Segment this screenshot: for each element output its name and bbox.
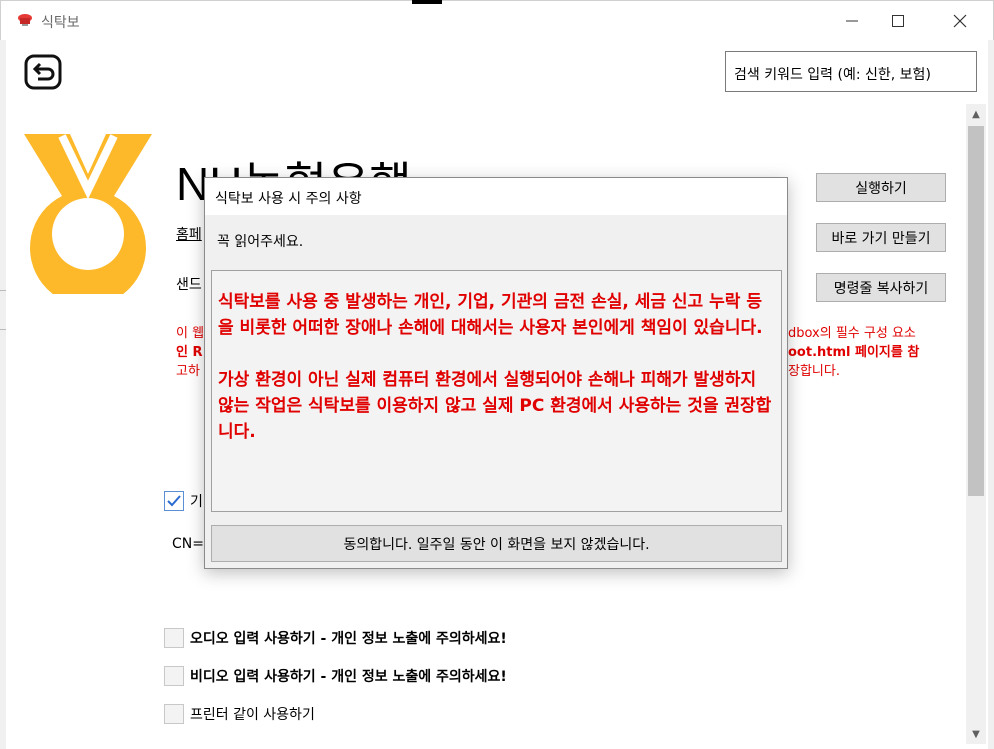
dialog-message-box: 식탁보를 사용 중 발생하는 개인, 기업, 기관의 금전 손실, 세금 신고 …	[211, 270, 782, 512]
maximize-button[interactable]	[875, 1, 921, 41]
dialog-title: 식탁보 사용 시 주의 사항	[205, 178, 787, 215]
scroll-up-arrow-icon[interactable]: ▲	[966, 104, 986, 124]
dialog-paragraph-2: 가상 환경이 아닌 실제 컴퓨터 환경에서 실행되어야 손해나 피해가 발생하지…	[218, 370, 772, 442]
close-button[interactable]	[937, 1, 983, 41]
agree-button[interactable]: 동의합니다. 일주일 동안 이 화면을 보지 않겠습니다.	[211, 525, 782, 562]
option-row-first[interactable]: 기	[164, 491, 203, 511]
audio-option-row[interactable]: 오디오 입력 사용하기 - 개인 정보 노출에 주의하세요!	[164, 628, 507, 648]
notice-line-2-left: 인 R	[176, 345, 203, 360]
vertical-scrollbar[interactable]: ▲ ▼	[966, 104, 986, 744]
run-button[interactable]: 실행하기	[816, 173, 946, 202]
printer-option-row[interactable]: 프린터 같이 사용하기	[164, 704, 315, 724]
video-option-checkbox[interactable]	[164, 666, 184, 686]
create-shortcut-button[interactable]: 바로 가기 만들기	[816, 223, 946, 252]
warning-dialog: 식탁보 사용 시 주의 사항 꼭 읽어주세요. 식탁보를 사용 중 발생하는 개…	[204, 177, 788, 569]
sandbox-label: 샌드	[176, 277, 202, 293]
minimize-button[interactable]	[829, 1, 875, 41]
checkmark-icon	[167, 495, 181, 507]
minimize-icon	[846, 20, 858, 22]
screen-notch	[412, 0, 442, 4]
audio-option-checkbox[interactable]	[164, 628, 184, 648]
scroll-thumb[interactable]	[968, 126, 984, 496]
video-option-row[interactable]: 비디오 입력 사용하기 - 개인 정보 노출에 주의하세요!	[164, 666, 507, 686]
notice-line-2-right: oot.html 페이지를 참	[788, 345, 920, 360]
copy-command-button[interactable]: 명령줄 복사하기	[816, 273, 946, 302]
first-option-label: 기	[190, 494, 203, 510]
dialog-body: 꼭 읽어주세요. 식탁보를 사용 중 발생하는 개인, 기업, 기관의 금전 손…	[205, 215, 787, 568]
notice-line-1-left: 이 웹	[176, 326, 205, 341]
cn-label: CN=	[172, 536, 204, 552]
video-option-label: 비디오 입력 사용하기 - 개인 정보 노출에 주의하세요!	[190, 669, 507, 685]
dialog-paragraph-1: 식탁보를 사용 중 발생하는 개인, 기업, 기관의 금전 손실, 세금 신고 …	[218, 292, 763, 338]
nh-bank-logo	[24, 134, 152, 294]
title-bar[interactable]: 식탁보	[0, 0, 994, 40]
dialog-subtitle: 꼭 읽어주세요.	[217, 234, 304, 250]
printer-option-label: 프린터 같이 사용하기	[190, 707, 315, 723]
audio-option-label: 오디오 입력 사용하기 - 개인 정보 노출에 주의하세요!	[190, 631, 507, 647]
notice-line-1-right: dbox의 필수 구성 요소	[788, 326, 916, 341]
notice-line-3-left: 고하	[176, 364, 200, 379]
close-icon	[953, 14, 967, 28]
tablecloth-app-icon	[18, 14, 32, 26]
printer-option-checkbox[interactable]	[164, 704, 184, 724]
maximize-icon	[892, 15, 904, 27]
notice-line-3-right: 장합니다.	[788, 364, 840, 379]
window-title: 식탁보	[41, 15, 80, 31]
first-option-checkbox[interactable]	[164, 491, 184, 511]
search-input[interactable]: 검색 키워드 입력 (예: 신한, 보험)	[725, 51, 977, 92]
scroll-down-arrow-icon[interactable]: ▼	[966, 724, 986, 744]
homepage-link[interactable]: 홈페	[176, 224, 202, 244]
back-button[interactable]	[24, 54, 62, 90]
right-frame	[988, 40, 994, 749]
